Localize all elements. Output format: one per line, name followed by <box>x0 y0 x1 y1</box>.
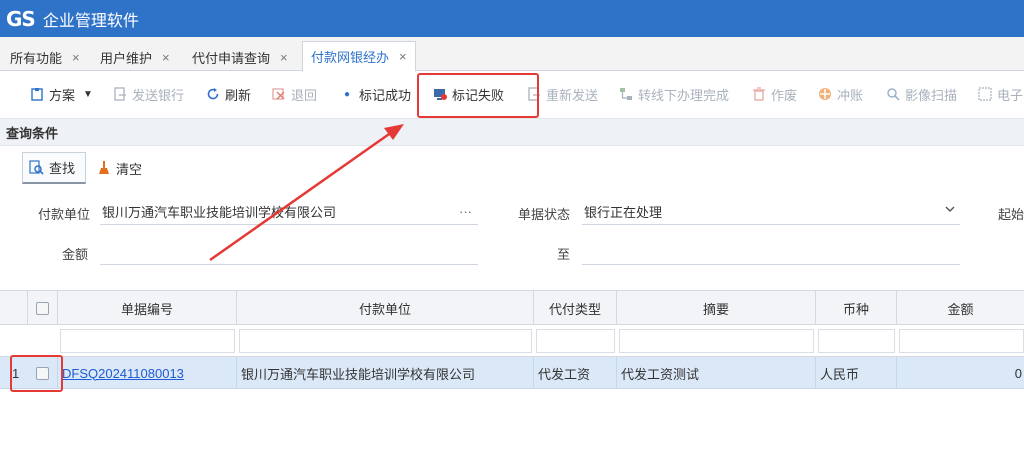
annotation-arrow <box>209 124 404 262</box>
